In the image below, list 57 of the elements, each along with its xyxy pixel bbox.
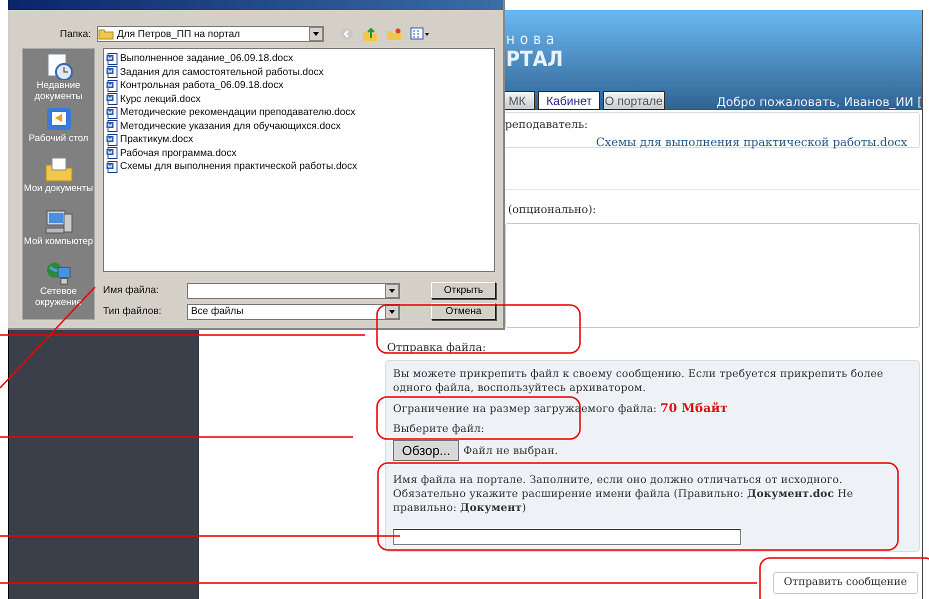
folder-icon (44, 155, 74, 183)
file-link[interactable]: Схемы для выполнения практической работы.docx (596, 134, 908, 151)
file-item[interactable]: Задания для самостоятельной работы.docx (106, 66, 492, 79)
folder-dropdown[interactable]: Для Петров_ПП на портал (97, 26, 324, 42)
document-icon (106, 80, 118, 92)
file-item[interactable]: Методические указания для обучающихся.docx (106, 120, 492, 133)
places-item[interactable]: Рабочий стол (24, 105, 94, 145)
file-name-hint: Имя файла на портале. Заполните, если оно должно отличаться от исходного. Обязательно укажите расширение имени файла (Правильно: Документ.doc Не правильно: Документ) (393, 473, 854, 515)
document-icon (106, 160, 118, 173)
nav-tab[interactable]: О портале (602, 91, 665, 110)
file-name-field[interactable] (187, 282, 400, 298)
file-name-field[interactable] (393, 529, 741, 545)
dropdown-button[interactable] (309, 27, 323, 41)
document-icon (106, 52, 118, 65)
view-menu-icon (410, 27, 430, 41)
document-icon (106, 120, 118, 132)
new-folder-icon (386, 27, 402, 41)
logo-text: РТАЛ (506, 48, 564, 70)
upload-title: Отправка файла: (387, 341, 487, 355)
file-item[interactable]: Курс лекций.docx (106, 92, 492, 106)
logo-text: нова (506, 32, 560, 48)
comment-field[interactable] (505, 223, 920, 328)
file-type-label: Тип файлов: (103, 306, 162, 317)
document-icon (106, 93, 118, 106)
document-icon (106, 106, 118, 119)
places-item[interactable]: Мои документы (24, 155, 94, 205)
file-name-label: Имя файла: (103, 285, 160, 296)
choose-file-label: Выберите файл: (393, 422, 486, 436)
welcome-text: Добро пожаловать, Иванов_ИИ [ (716, 95, 922, 110)
dropdown-button[interactable] (385, 284, 399, 298)
file-item[interactable]: Методические рекомендации преподавателю.docx (106, 106, 492, 120)
upload-intro: Вы можете прикрепить файл к своему сообщению. Если требуется прикрепить более одного файла, воспользуйтесь архиватором. (393, 367, 884, 395)
file-item[interactable]: Контрольная работа_06.09.18.docx (106, 79, 492, 92)
file-item[interactable]: Выполненное задание_06.09.18.docx (106, 52, 492, 66)
file-item[interactable]: Практикум.docx (106, 133, 492, 146)
document-icon (106, 147, 118, 160)
cancel-button[interactable]: Отмена (431, 303, 496, 320)
folder-up-icon (362, 26, 378, 42)
document-icon (106, 134, 118, 146)
file-item[interactable]: Схемы для выполнения практической работы.docx (106, 160, 492, 174)
folder-label: Папка: (58, 28, 92, 40)
folder-icon (98, 28, 114, 40)
send-button[interactable]: Отправить сообщение (772, 572, 918, 594)
no-file-text: Файл не выбран. (463, 444, 558, 458)
back-icon (340, 27, 354, 41)
teacher-label: реподаватель: (505, 117, 589, 133)
places-item[interactable]: Мой компьютер (24, 208, 94, 257)
computer-icon (44, 208, 74, 236)
file-type-dropdown[interactable]: Все файлы (187, 304, 400, 320)
comment-label: (опционально): (508, 203, 598, 217)
document-icon (106, 66, 118, 78)
open-button[interactable]: Открыть (431, 282, 496, 299)
folder-name: Для Петров_ПП на портал (116, 28, 241, 40)
nav-tab[interactable]: Кабинет (538, 91, 600, 110)
places-item[interactable]: Недавние документы (24, 52, 94, 103)
file-item[interactable]: Рабочая программа.docx (106, 146, 492, 160)
browse-button[interactable]: Обзор... (393, 440, 460, 461)
